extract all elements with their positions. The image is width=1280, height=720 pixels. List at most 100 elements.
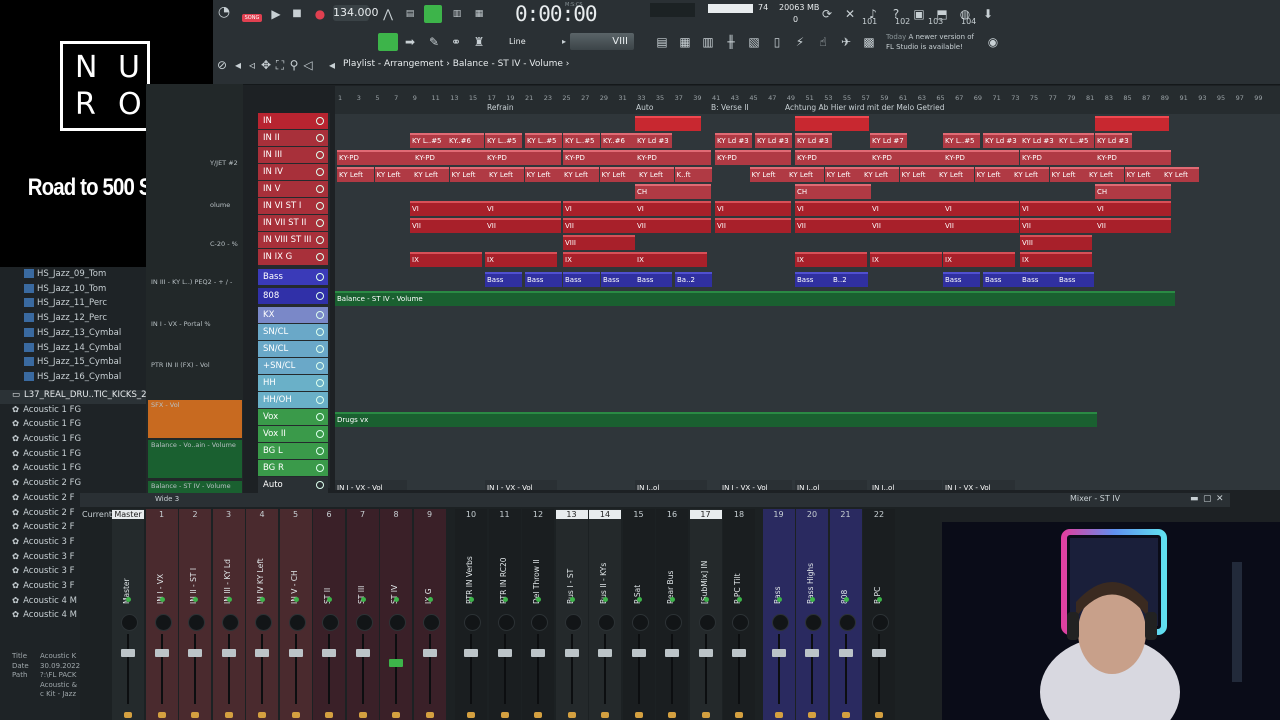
preset-item[interactable]: ✿ Acoustic 4 M — [0, 596, 77, 610]
browser-item[interactable]: HS_Jazz_09_Tom — [0, 269, 106, 283]
playlist-clip[interactable]: KY-PD — [870, 150, 946, 165]
route-icon[interactable] — [735, 712, 743, 718]
stamp-icon[interactable]: ♜ — [470, 33, 488, 51]
volume-fader[interactable] — [497, 649, 512, 657]
volume-fader[interactable] — [255, 649, 269, 657]
zoom-icon[interactable]: ⛶ — [273, 56, 287, 74]
song-mode-button[interactable]: SONG — [242, 14, 262, 22]
countdown-button[interactable] — [424, 5, 442, 23]
automation-clip[interactable]: PTR IN II (FX) - Vol — [148, 360, 242, 398]
mixer-strip[interactable]: Master Master — [112, 509, 144, 720]
playlist-clip[interactable]: VI — [715, 201, 791, 216]
pan-knob[interactable] — [288, 614, 306, 631]
strip-led-icon[interactable] — [193, 597, 198, 602]
playlist-clip[interactable]: KY Left — [412, 167, 449, 182]
pan-knob[interactable] — [631, 614, 649, 631]
arrow-right-icon[interactable]: ➡ — [401, 33, 419, 51]
playlist-clip[interactable]: VI — [870, 201, 946, 216]
playlist-clip[interactable]: KY Left — [449, 167, 487, 182]
loop-record-icon[interactable]: ▥ — [448, 5, 466, 23]
pencil-icon[interactable]: ✎ — [425, 33, 443, 51]
playlist-clip[interactable]: KY Left — [1124, 167, 1162, 182]
playlist-clip[interactable]: Balance - ST IV - Volume — [335, 291, 1175, 306]
volume-fader[interactable] — [288, 649, 303, 657]
playlist-clip[interactable]: VIII — [1020, 235, 1092, 250]
pan-knob[interactable] — [389, 614, 406, 631]
mixer-strip[interactable]: 14 Bus II - KYs — [589, 509, 621, 720]
volume-fader[interactable] — [631, 649, 646, 657]
route-icon[interactable] — [425, 712, 434, 718]
playlist-clip[interactable]: Bass — [943, 272, 980, 287]
playlist-clip[interactable]: VI — [943, 201, 1019, 216]
track-enable-icon[interactable] — [316, 236, 324, 244]
pattern-song-toggle-icon[interactable]: ◔ — [215, 3, 233, 21]
playlist-clip[interactable]: Bass — [485, 272, 522, 287]
playlist-clip[interactable]: KY L..#5 — [943, 133, 980, 148]
close-window-icon[interactable]: ✕ — [1216, 494, 1224, 504]
playlist-clip[interactable]: CH — [1095, 184, 1171, 199]
mixer-strip[interactable]: 16 Rear Bus — [656, 509, 688, 720]
tempo-tap-icon[interactable]: ✈ — [837, 33, 855, 51]
strip-led-icon[interactable] — [126, 597, 131, 602]
track-header[interactable]: IN VIII ST III — [258, 232, 328, 248]
playlist-clip[interactable]: KY Left — [937, 167, 974, 182]
volume-fader[interactable] — [464, 649, 478, 657]
playlist-clip[interactable]: VI — [1095, 201, 1171, 216]
playlist-clip[interactable]: VI — [485, 201, 561, 216]
track-enable-icon[interactable] — [316, 481, 324, 489]
track-enable-icon[interactable] — [316, 362, 324, 370]
pattern-mode-button[interactable] — [378, 33, 398, 51]
mixer-preset-label[interactable]: Wide 3 — [155, 495, 179, 503]
preset-item[interactable]: ✿ Acoustic 1 FG — [0, 405, 81, 419]
playlist-clip[interactable] — [635, 116, 701, 131]
volume-fader[interactable] — [322, 649, 336, 657]
mixer-icon[interactable]: ╫ — [722, 33, 740, 51]
playlist-clip[interactable]: IX — [563, 252, 635, 267]
timeline-marker[interactable]: Auto — [636, 103, 653, 112]
strip-led-icon[interactable] — [670, 597, 675, 602]
playlist-clip[interactable]: IX — [795, 252, 867, 267]
wait-icon[interactable]: ▤ — [401, 5, 419, 23]
playlist-clip[interactable]: KY Left — [749, 167, 787, 182]
track-header[interactable]: IN V — [258, 181, 328, 197]
route-icon[interactable] — [534, 712, 542, 718]
track-enable-icon[interactable] — [316, 430, 324, 438]
playlist-clip[interactable]: KY Ld #7 — [870, 133, 907, 148]
playlist-clip[interactable]: KY Ld #3 — [983, 133, 1020, 148]
browser-item[interactable]: HS_Jazz_10_Tom — [0, 283, 106, 298]
playlist-clip[interactable]: Bass — [795, 272, 832, 287]
playlist-clip[interactable]: CH — [635, 184, 711, 199]
mixer-strip[interactable]: 19 Bass — [762, 509, 795, 720]
touch-icon[interactable]: ☝ — [814, 33, 832, 51]
route-icon[interactable] — [124, 712, 132, 718]
track-header[interactable]: Vox II — [258, 426, 328, 442]
playlist-clip[interactable]: KY L..#5 — [1057, 133, 1094, 148]
preset-item[interactable]: ✿ Acoustic 3 F — [0, 566, 75, 580]
volume-fader[interactable] — [838, 649, 853, 657]
browser-folder[interactable]: ▭ L37_REAL_DRU..TIC_KICKS_2 — [0, 389, 147, 404]
pan-knob[interactable] — [698, 614, 716, 631]
strip-led-icon[interactable] — [394, 597, 399, 602]
track-header[interactable]: 808 — [258, 288, 328, 304]
pan-knob[interactable] — [838, 614, 856, 631]
automation-clip[interactable]: Balance - Vo..ain - Volume — [148, 440, 242, 478]
playlist-clip[interactable]: KY Left — [374, 167, 412, 182]
volume-fader[interactable] — [771, 649, 786, 657]
mixer-strip[interactable]: 13 Bus I - ST — [555, 509, 588, 720]
mixer-strip[interactable]: 1 IN I - VX — [145, 509, 178, 720]
track-enable-icon[interactable] — [316, 311, 324, 319]
pattern-selector[interactable]: VIII — [570, 33, 634, 50]
route-icon[interactable] — [808, 712, 816, 718]
automation-clip[interactable]: IN I - VX - Vol — [720, 480, 792, 490]
volume-fader[interactable] — [121, 649, 135, 657]
automation-clip[interactable]: IN I - VX - Vol — [335, 480, 407, 490]
playlist-clip[interactable]: KY L..#5 — [525, 133, 562, 148]
route-icon[interactable] — [774, 712, 783, 718]
strip-led-icon[interactable] — [427, 597, 433, 602]
preset-item[interactable]: ✿ Acoustic 3 F — [0, 552, 75, 566]
playlist-clip[interactable]: KY Ld #3 — [1020, 133, 1057, 148]
news-icon[interactable]: ▩ — [860, 33, 878, 51]
link-icon[interactable]: ⚭ — [447, 33, 465, 51]
snap-selector[interactable]: Line — [509, 37, 526, 46]
strip-led-icon[interactable] — [226, 597, 232, 602]
